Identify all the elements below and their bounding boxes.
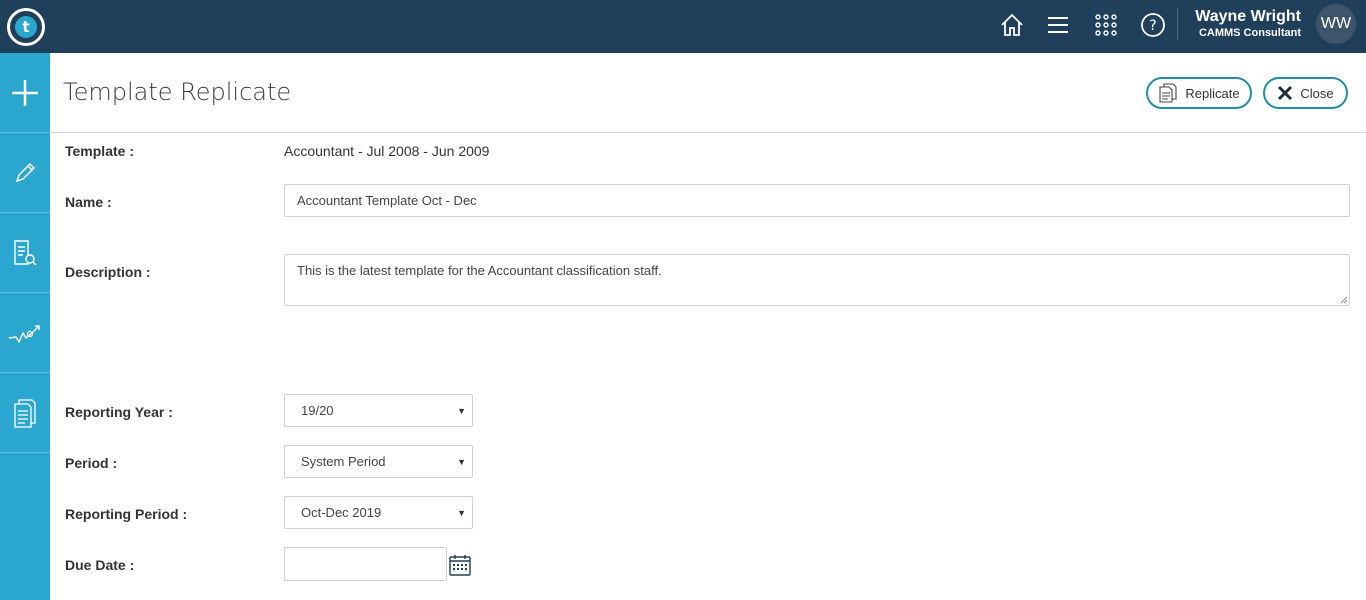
apps-grid-icon[interactable]	[1091, 10, 1121, 40]
home-icon[interactable]	[997, 10, 1027, 40]
sidebar-item-document-search[interactable]	[0, 213, 50, 293]
description-label: Description :	[65, 264, 151, 280]
top-divider	[1177, 8, 1178, 40]
chevron-down-icon: ▼	[457, 508, 466, 518]
add-icon	[12, 79, 38, 106]
sidebar-item-add[interactable]	[0, 53, 50, 133]
description-field[interactable]: This is the latest template for the Acco…	[284, 254, 1350, 306]
sidebar-item-trend[interactable]	[0, 293, 50, 373]
document-search-icon	[14, 239, 37, 266]
due-date-label: Due Date :	[65, 557, 135, 573]
reporting-year-select[interactable]: 19/20 ▼	[284, 394, 473, 427]
period-select[interactable]: System Period ▼	[284, 445, 473, 478]
edit-icon	[15, 162, 36, 182]
calendar-icon[interactable]	[448, 553, 472, 577]
template-value: Accountant - Jul 2008 - Jun 2009	[284, 143, 490, 159]
avatar[interactable]: WW	[1316, 4, 1356, 44]
name-value: Accountant Template Oct - Dec	[297, 193, 477, 208]
name-label: Name :	[65, 194, 112, 210]
sidebar-item-edit[interactable]	[0, 133, 50, 213]
replicate-label: Replicate	[1185, 85, 1240, 101]
trend-icon	[8, 324, 40, 344]
chevron-down-icon: ▼	[457, 406, 466, 416]
reporting-year-label: Reporting Year :	[65, 404, 173, 420]
page-header: Template Replicate Replicate Close	[50, 53, 1366, 133]
close-button[interactable]: Close	[1263, 77, 1348, 109]
logo-letter: t	[15, 16, 37, 38]
menu-icon[interactable]	[1043, 10, 1073, 40]
template-label: Template :	[65, 143, 134, 159]
main-content: Template Replicate Replicate Close Templ…	[50, 53, 1366, 600]
sidebar	[0, 53, 50, 600]
replicate-button[interactable]: Replicate	[1146, 77, 1252, 109]
page-title: Template Replicate	[63, 78, 292, 106]
svg-text:?: ?	[1149, 18, 1156, 34]
reporting-period-select[interactable]: Oct-Dec 2019 ▼	[284, 496, 473, 529]
period-value: System Period	[301, 454, 386, 469]
period-label: Period :	[65, 455, 118, 471]
reporting-year-value: 19/20	[301, 403, 334, 418]
close-label: Close	[1300, 85, 1334, 101]
top-bar: t ? Wayne Wright CAMMS Consultant WW	[0, 0, 1366, 53]
help-icon[interactable]: ?	[1138, 10, 1168, 40]
description-value: This is the latest template for the Acco…	[297, 263, 662, 278]
name-field[interactable]: Accountant Template Oct - Dec	[284, 184, 1350, 217]
resize-handle-icon[interactable]	[1339, 295, 1348, 304]
user-role: CAMMS Consultant	[1198, 27, 1301, 39]
reporting-period-value: Oct-Dec 2019	[301, 505, 382, 520]
documents-icon	[14, 398, 36, 428]
reporting-period-label: Reporting Period :	[65, 506, 188, 522]
chevron-down-icon: ▼	[457, 457, 466, 467]
copy-icon	[1159, 83, 1177, 103]
app-logo[interactable]: t	[7, 8, 45, 46]
user-name[interactable]: Wayne Wright	[1195, 8, 1301, 26]
sidebar-item-documents[interactable]	[0, 373, 50, 453]
due-date-field[interactable]	[284, 547, 447, 581]
close-icon	[1278, 85, 1293, 101]
